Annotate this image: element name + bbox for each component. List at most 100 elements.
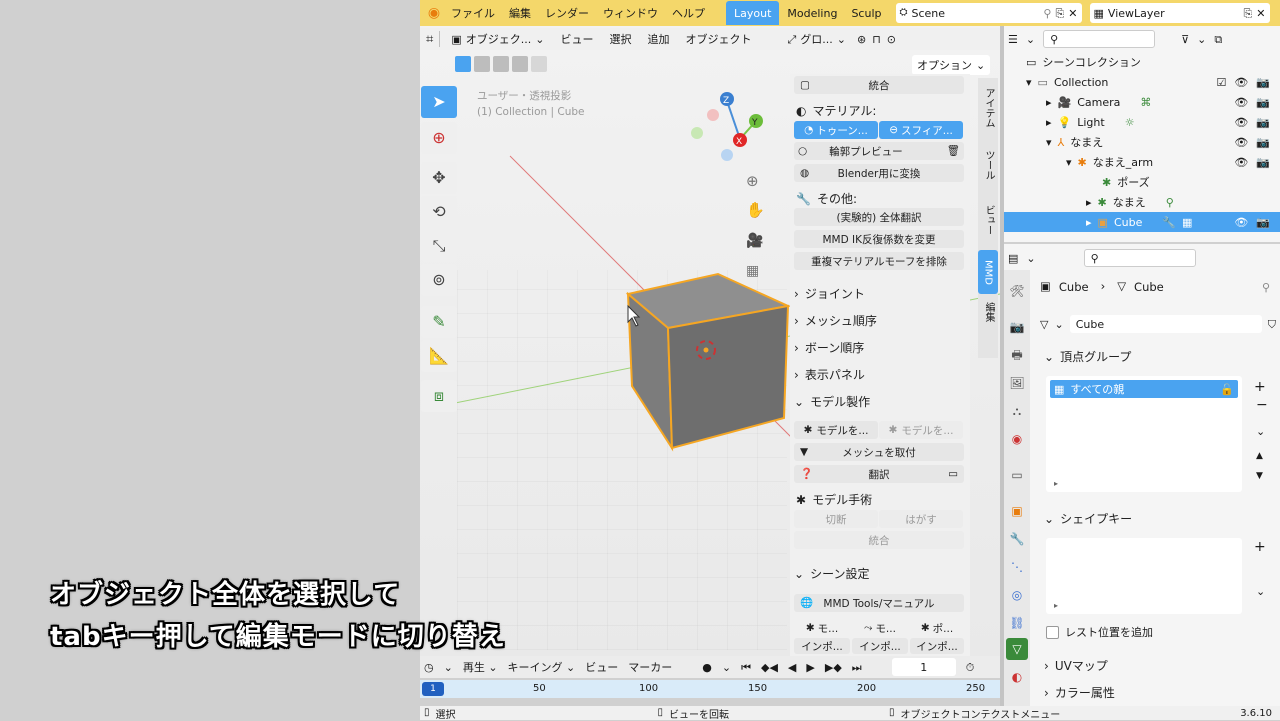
pivot-icon[interactable]: ⊛ <box>857 34 866 45</box>
tab-render[interactable]: 📷 <box>1006 316 1028 338</box>
tab-world[interactable]: ◉ <box>1006 428 1028 450</box>
expand-down-icon[interactable]: ▾ <box>1046 137 1052 148</box>
section-uv-maps[interactable]: › UVマップ <box>1044 657 1108 674</box>
record-icon[interactable]: ● <box>702 662 712 673</box>
section-model-production[interactable]: ⌄ モデル製作 <box>794 393 870 410</box>
import2-button[interactable]: インポ... <box>852 638 908 654</box>
select-subtract-icon[interactable] <box>493 56 509 72</box>
menu-help[interactable]: ヘルプ <box>665 5 712 21</box>
list-expand-icon[interactable]: ▸ <box>1054 480 1058 488</box>
jump-end-icon[interactable]: ⏭ <box>852 662 862 673</box>
translate-all-button[interactable]: (実験的) 全体翻訳 <box>794 208 964 226</box>
pan-hand-icon[interactable]: ✋ <box>746 203 765 218</box>
eye-icon[interactable]: 👁 <box>1234 117 1248 128</box>
import1-button[interactable]: インポ... <box>794 638 850 654</box>
vertex-group-item[interactable]: ▦ すべての親 🔓 <box>1050 380 1238 398</box>
checkbox-icon[interactable]: ☑ <box>1216 77 1226 88</box>
mesh-name-input[interactable]: Cube <box>1069 315 1262 333</box>
playback-menu[interactable]: 再生 ⌄ <box>463 659 498 675</box>
tab-tool[interactable]: ツール <box>980 150 996 180</box>
tool-cursor[interactable]: ⊕ <box>421 122 457 154</box>
eye-icon[interactable]: 👁 <box>1234 97 1248 108</box>
outliner-row-namae-data[interactable]: ▸ ✱ なまえ ⚲ <box>1004 192 1280 212</box>
outliner-scene-collection[interactable]: ▭ シーンコレクション <box>1004 52 1280 72</box>
manual-button[interactable]: 🌐 MMD Tools/マニュアル <box>794 594 964 612</box>
scene-selector[interactable]: ⛭ Scene ⚲ ⎘ ✕ <box>895 3 1082 23</box>
fake-user-shield-icon[interactable]: ⛉ <box>1268 319 1276 330</box>
tab-view[interactable]: ビュー <box>980 205 996 235</box>
trash-icon[interactable]: 🗑 <box>947 146 960 157</box>
tab-edit[interactable]: 編集 <box>980 302 996 322</box>
vg-specials-icon[interactable]: ⌄ <box>1256 426 1265 437</box>
section-display-panel[interactable]: › 表示パネル <box>794 366 865 383</box>
tab-view-layer[interactable]: 🖼 <box>1006 372 1028 394</box>
tool-rotate[interactable]: ⟲ <box>421 196 457 228</box>
transform-orientation-dropdown[interactable]: ⤢ グロ... ⌄ <box>782 30 851 48</box>
attach-mesh-button[interactable]: ▼ メッシュを取付 <box>794 443 964 461</box>
tab-object[interactable]: ▣ <box>1006 500 1028 522</box>
mo1-button[interactable]: ✱ モ... <box>794 619 850 637</box>
blender-logo-icon[interactable]: ◉ <box>424 6 444 20</box>
tool-select[interactable]: ➤ <box>421 86 457 118</box>
camera-render-icon[interactable]: 📷 <box>1256 137 1270 148</box>
section-color-attributes[interactable]: › カラー属性 <box>1044 684 1115 701</box>
window-icon[interactable]: ▭ <box>948 469 958 480</box>
tool-measure[interactable]: 📐 <box>421 340 457 372</box>
eye-icon[interactable]: 👁 <box>1234 157 1248 168</box>
expand-right-icon[interactable]: ▸ <box>1046 97 1052 108</box>
join2-button[interactable]: 統合 <box>794 531 964 549</box>
import3-button[interactable]: インポ... <box>910 638 964 654</box>
expand-right-icon[interactable]: ▸ <box>1046 117 1052 128</box>
tab-output[interactable]: 🖶 <box>1006 344 1028 366</box>
keying-menu[interactable]: キーイング ⌄ <box>508 659 576 675</box>
stopwatch-icon[interactable]: ⏱ <box>966 662 975 673</box>
expand-down-icon[interactable]: ▾ <box>1066 157 1072 168</box>
pin-icon[interactable]: ⚲ <box>1262 282 1270 293</box>
tab-layout[interactable]: Layout <box>726 1 780 25</box>
tool-scale[interactable]: ⤡ <box>421 230 457 262</box>
edge-preview-button[interactable]: ○ 輪郭プレビュー 🗑 <box>794 142 964 160</box>
relative-to-rest-checkbox[interactable]: レスト位置を追加 <box>1046 624 1153 640</box>
outliner-row-cube[interactable]: ▸ ▣ Cube 🔧 ▦ 👁 📷 <box>1004 212 1280 232</box>
mo2-button[interactable]: ⤳ モ... <box>852 619 908 637</box>
outliner-search-field[interactable]: ⚲ <box>1043 30 1156 48</box>
vertex-group-list[interactable]: ▦ すべての親 🔓 ▸ <box>1046 376 1242 492</box>
filter-icon[interactable]: ⊽ <box>1181 34 1189 45</box>
properties-search-field[interactable]: ⚲ <box>1083 249 1196 267</box>
expand-right-icon[interactable]: ▸ <box>1086 197 1092 208</box>
timeline-editor-icon[interactable]: ◷ <box>424 662 434 673</box>
menu-edit[interactable]: 編集 <box>502 5 538 21</box>
lock-icon[interactable]: 🔓 <box>1220 384 1234 395</box>
tool-annotate[interactable]: ✎ <box>421 306 457 338</box>
delete-scene-icon[interactable]: ✕ <box>1068 8 1077 19</box>
outliner-row-namae-arm[interactable]: ▾ ✱ なまえ_arm 👁 📷 <box>1004 152 1280 172</box>
tab-material[interactable]: ◐ <box>1006 666 1028 688</box>
tab-mesh-data[interactable]: ▽ <box>1006 638 1028 660</box>
tab-collection[interactable]: ▭ <box>1006 464 1028 486</box>
menu-window[interactable]: ウィンドウ <box>596 5 665 21</box>
tab-modifiers[interactable]: 🔧 <box>1006 528 1028 550</box>
shape-key-specials-icon[interactable]: ⌄ <box>1256 586 1265 597</box>
menu-view[interactable]: ビュー <box>555 31 598 47</box>
new-scene-icon[interactable]: ⎘ <box>1055 8 1064 19</box>
camera-render-icon[interactable]: 📷 <box>1256 77 1270 88</box>
cut-button[interactable]: 切断 <box>794 510 878 528</box>
outliner-row-camera[interactable]: ▸ 🎥 Camera ⌘ 👁 📷 <box>1004 92 1280 112</box>
tab-physics[interactable]: ◎ <box>1006 584 1028 606</box>
tab-mmd[interactable]: MMD <box>978 250 998 294</box>
tab-sculpt[interactable]: Sculp <box>845 1 887 25</box>
section-vertex-groups[interactable]: ⌄ 頂点グループ <box>1044 348 1131 365</box>
select-invert-icon[interactable] <box>512 56 528 72</box>
play-icon[interactable]: ▶ <box>806 662 814 673</box>
tab-constraints[interactable]: ⛓ <box>1006 612 1028 634</box>
outliner-row-light[interactable]: ▸ 💡 Light ☼ 👁 📷 <box>1004 112 1280 132</box>
snap-icon[interactable]: ⊓ <box>872 34 881 45</box>
camera-render-icon[interactable]: 📷 <box>1256 217 1270 228</box>
tool-add-cube[interactable]: ⧈ <box>421 380 457 412</box>
camera-render-icon[interactable]: 📷 <box>1256 157 1270 168</box>
section-mesh-order[interactable]: › メッシュ順序 <box>794 312 877 329</box>
proportional-edit-icon[interactable]: ⊙ <box>887 34 896 45</box>
jump-start-icon[interactable]: ⏮ <box>741 662 751 673</box>
menu-object[interactable]: オブジェクト <box>680 31 756 47</box>
add-vertex-group-icon[interactable]: + <box>1254 380 1266 394</box>
